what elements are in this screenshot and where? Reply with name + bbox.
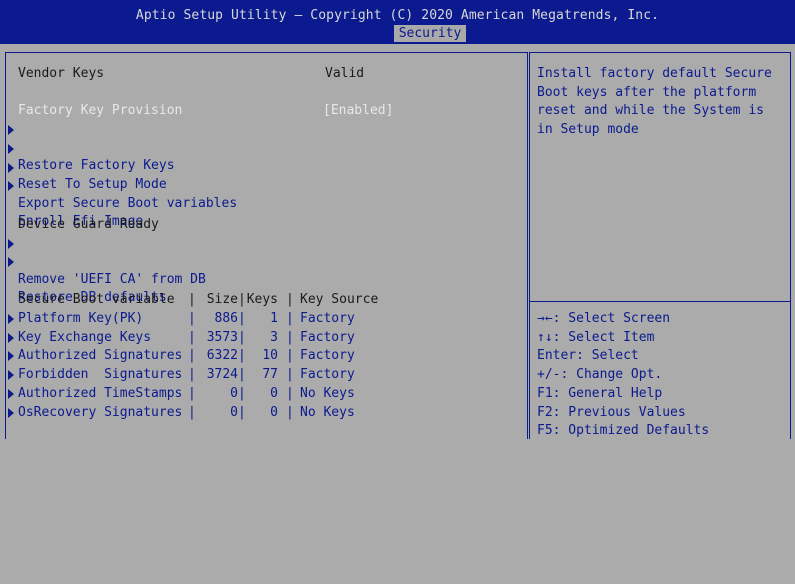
key-hint-select-item: ↑↓: Select Item (537, 330, 655, 345)
row-name: Authorized Signatures (18, 348, 183, 363)
submenu-arrow-icon (8, 181, 14, 191)
row-size: 886 (214, 311, 238, 326)
help-description-line: Install factory default Secure (537, 66, 772, 81)
help-description-line: Boot keys after the platform (537, 85, 757, 100)
table-row[interactable]: Authorized TimeStamps | 0 | 0 | No Keys (6, 385, 506, 403)
row-name: OsRecovery Signatures (18, 405, 183, 420)
factory-key-provision-value[interactable]: [Enabled] (323, 102, 393, 120)
submenu-restore-factory-keys[interactable]: Restore Factory Keys (8, 121, 508, 173)
factory-key-provision-row[interactable]: Factory Key Provision [Enabled] (18, 102, 518, 120)
vendor-keys-row: Vendor Keys Valid (18, 65, 518, 83)
table-row[interactable]: Platform Key(PK) | 886 | 1 | Factory (6, 310, 506, 328)
help-description-line: in Setup mode (537, 122, 639, 137)
row-name: Platform Key(PK) (18, 311, 144, 326)
main-panel: Vendor Keys Valid Factory Key Provision … (5, 52, 528, 439)
secure-boot-table-header: Secure Boot variable | Size | Keys | Key… (18, 292, 379, 307)
table-row[interactable]: Key Exchange Keys | 3573 | 3 | Factory (6, 329, 506, 347)
key-hint-previous-values: F2: Previous Values (537, 405, 686, 420)
submenu-enroll-efi-image[interactable]: Enroll Efi Image (8, 177, 508, 229)
app-title: Aptio Setup Utility – Copyright (C) 2020… (135, 8, 660, 23)
row-size: 6322 (206, 348, 238, 363)
table-row[interactable]: OsRecovery Signatures | 0 | 0 | No Keys (6, 404, 506, 422)
submenu-arrow-icon (8, 125, 14, 135)
help-panel: Install factory default Secure Boot keys… (529, 52, 791, 439)
header-keys: Keys (246, 292, 278, 307)
header-source: Key Source (300, 292, 379, 307)
row-source: Factory (300, 330, 355, 345)
submenu-arrow-icon (8, 144, 14, 154)
key-hint-enter: Enter: Select (537, 348, 639, 363)
row-size: 0 (230, 405, 238, 420)
title-bar: Aptio Setup Utility – Copyright (C) 2020… (0, 0, 795, 44)
row-source: Factory (300, 348, 355, 363)
submenu-arrow-icon (8, 314, 14, 324)
help-description-line: reset and while the System is (537, 103, 764, 118)
row-size: 0 (230, 386, 238, 401)
submenu-export-secure-boot-variables[interactable]: Export Secure Boot variables (8, 159, 508, 211)
key-hint-select-screen: →←: Select Screen (537, 311, 671, 326)
device-guard-ready-label: Device Guard Ready (18, 217, 159, 232)
row-name: Key Exchange Keys (18, 330, 152, 345)
row-size: 3573 (206, 330, 238, 345)
tab-security[interactable]: Security (394, 25, 466, 42)
submenu-arrow-icon (8, 257, 14, 267)
submenu-arrow-icon (8, 163, 14, 173)
help-divider (530, 301, 790, 302)
row-size: 3724 (206, 367, 238, 382)
submenu-arrow-icon (8, 239, 14, 249)
row-source: Factory (300, 367, 355, 382)
factory-key-provision-label: Factory Key Provision (18, 103, 183, 118)
row-keys: 3 (270, 330, 278, 345)
row-source: No Keys (300, 405, 355, 420)
key-hint-change-opt: +/-: Change Opt. (537, 367, 663, 382)
vendor-keys-value: Valid (325, 66, 365, 81)
header-variable: Secure Boot variable (18, 292, 175, 307)
row-source: Factory (300, 311, 355, 326)
key-hint-optimized-defaults: F5: Optimized Defaults (537, 423, 710, 438)
header-size: Size (206, 292, 238, 307)
submenu-restore-db-defaults[interactable]: Restore DB defaults (8, 253, 508, 305)
row-name: Forbidden Signatures (18, 367, 183, 382)
submenu-arrow-icon (8, 408, 14, 418)
row-keys: 0 (270, 386, 278, 401)
key-hint-general-help: F1: General Help (537, 386, 663, 401)
submenu-label: Remove 'UEFI CA' from DB (18, 272, 206, 287)
row-source: No Keys (300, 386, 355, 401)
row-keys: 0 (270, 405, 278, 420)
table-row[interactable]: Forbidden Signatures | 3724 | 77 | Facto… (6, 366, 506, 384)
vendor-keys-label: Vendor Keys (18, 66, 105, 81)
submenu-reset-to-setup-mode[interactable]: Reset To Setup Mode (8, 140, 508, 192)
submenu-arrow-icon (8, 389, 14, 399)
submenu-arrow-icon (8, 370, 14, 380)
submenu-arrow-icon (8, 351, 14, 361)
row-keys: 10 (262, 348, 278, 363)
submenu-remove-uefi-ca[interactable]: Remove 'UEFI CA' from DB (8, 235, 508, 287)
row-name: Authorized TimeStamps (18, 386, 183, 401)
table-row[interactable]: Authorized Signatures | 6322 | 10 | Fact… (6, 347, 506, 365)
row-keys: 1 (270, 311, 278, 326)
submenu-label: Export Secure Boot variables (18, 196, 238, 211)
submenu-arrow-icon (8, 333, 14, 343)
row-keys: 77 (262, 367, 278, 382)
